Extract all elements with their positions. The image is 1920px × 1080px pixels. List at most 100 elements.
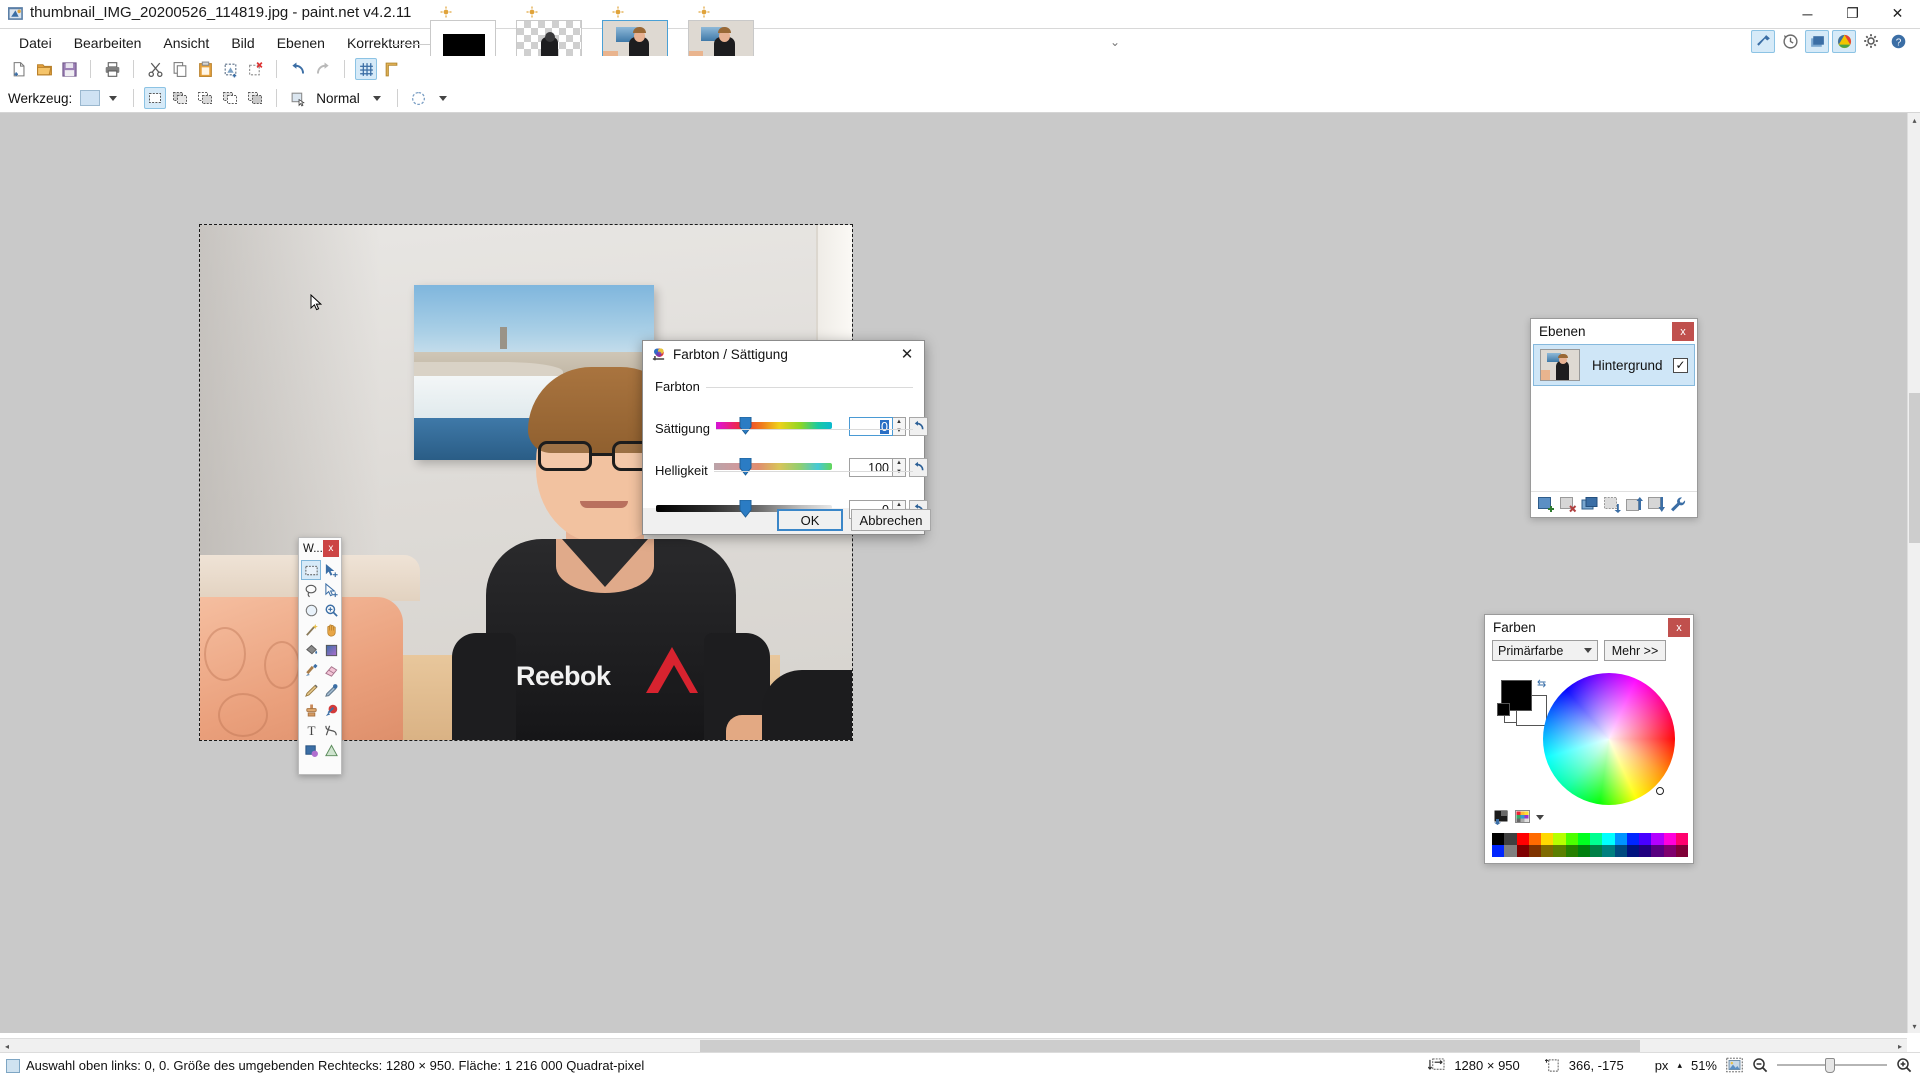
layers-panel[interactable]: Ebenen x Hintergrund ✓ bbox=[1530, 318, 1698, 518]
menu-bearbeiten[interactable]: Bearbeiten bbox=[63, 31, 153, 55]
antialias-button[interactable] bbox=[408, 87, 430, 109]
palette-dropdown-button[interactable] bbox=[1536, 815, 1544, 820]
zoom-tool[interactable] bbox=[321, 600, 341, 620]
print-button[interactable] bbox=[101, 58, 123, 80]
zoom-in-icon[interactable] bbox=[1896, 1057, 1912, 1073]
colors-panel[interactable]: Farben x Primärfarbe Mehr >> ⇆ bbox=[1484, 614, 1694, 864]
dialog-titlebar[interactable]: Farbton / Sättigung ✕ bbox=[643, 341, 924, 367]
palette-swatch[interactable] bbox=[1590, 845, 1603, 857]
palette-swatch[interactable] bbox=[1590, 833, 1603, 845]
palette-load-button[interactable] bbox=[1494, 810, 1510, 825]
tools-palette-titlebar[interactable]: W... x bbox=[299, 538, 341, 559]
menu-datei[interactable]: Datei bbox=[8, 31, 63, 55]
layers-panel-titlebar[interactable]: Ebenen x bbox=[1531, 319, 1697, 344]
palette-swatch[interactable] bbox=[1626, 845, 1639, 857]
deselect-button[interactable] bbox=[244, 58, 266, 80]
grid-button[interactable] bbox=[355, 58, 377, 80]
palette-swatch[interactable] bbox=[1553, 833, 1566, 845]
color-picker-tool[interactable] bbox=[321, 680, 341, 700]
blend-mode-caret-icon[interactable] bbox=[372, 95, 381, 101]
palette-swatch[interactable] bbox=[1639, 845, 1652, 857]
selection-replace-button[interactable] bbox=[144, 87, 167, 109]
cancel-button[interactable]: Abbrechen bbox=[851, 509, 931, 531]
recolor-tool[interactable] bbox=[321, 700, 341, 720]
palette-swatch[interactable] bbox=[1541, 845, 1554, 857]
palette-swatch[interactable] bbox=[1663, 833, 1676, 845]
open-button[interactable] bbox=[33, 58, 55, 80]
layer-row-hintergrund[interactable]: Hintergrund ✓ bbox=[1533, 344, 1695, 386]
palette-picker-button[interactable] bbox=[1515, 810, 1531, 825]
palette-swatch[interactable] bbox=[1516, 845, 1529, 857]
palette-swatch[interactable] bbox=[1504, 833, 1517, 845]
menu-bild[interactable]: Bild bbox=[220, 31, 265, 55]
pan-tool[interactable] bbox=[321, 620, 341, 640]
layers-panel-close-button[interactable]: x bbox=[1672, 322, 1694, 341]
minimize-button[interactable]: ─ bbox=[1785, 0, 1830, 27]
palette-swatch[interactable] bbox=[1528, 833, 1541, 845]
palette-swatch[interactable] bbox=[1565, 833, 1578, 845]
palette-swatch[interactable] bbox=[1492, 833, 1505, 845]
close-button[interactable]: ✕ bbox=[1875, 0, 1920, 27]
tool-swatch-button[interactable] bbox=[80, 90, 101, 106]
history-toggle-button[interactable] bbox=[1778, 30, 1802, 53]
new-button[interactable] bbox=[8, 58, 30, 80]
maximize-button[interactable]: ❐ bbox=[1830, 0, 1875, 27]
duplicate-layer-button[interactable] bbox=[1581, 496, 1599, 513]
delete-layer-button[interactable] bbox=[1559, 496, 1577, 513]
selection-xor-button[interactable] bbox=[219, 87, 241, 109]
palette-swatch[interactable] bbox=[1565, 845, 1578, 857]
ok-button[interactable]: OK bbox=[777, 509, 843, 531]
palette-swatch[interactable] bbox=[1602, 845, 1615, 857]
settings-toggle-button[interactable] bbox=[1859, 30, 1883, 53]
tool-dropdown-caret-icon[interactable] bbox=[109, 95, 118, 101]
palette-swatch[interactable] bbox=[1675, 833, 1688, 845]
selection-exclude-button[interactable] bbox=[194, 87, 216, 109]
canvas-area[interactable]: Reebok W... x T bbox=[0, 113, 1907, 1033]
palette-swatch[interactable] bbox=[1516, 833, 1529, 845]
vertical-scrollbar[interactable]: ▴ ▾ bbox=[1907, 113, 1920, 1033]
save-button[interactable] bbox=[58, 58, 80, 80]
palette-swatch[interactable] bbox=[1651, 833, 1664, 845]
layer-visibility-checkbox[interactable]: ✓ bbox=[1673, 357, 1688, 373]
layer-properties-button[interactable] bbox=[1669, 496, 1687, 513]
vertical-scroll-thumb[interactable] bbox=[1909, 393, 1920, 543]
ruler-button[interactable] bbox=[380, 58, 402, 80]
color-wheel[interactable] bbox=[1543, 673, 1675, 805]
ellipse-select-tool[interactable] bbox=[301, 600, 321, 620]
scroll-left-button[interactable]: ◂ bbox=[0, 1039, 14, 1053]
palette-swatch[interactable] bbox=[1504, 845, 1517, 857]
unit-caret-icon[interactable]: ▴ bbox=[1677, 1060, 1682, 1071]
colors-toggle-button[interactable] bbox=[1832, 29, 1856, 53]
unit-label[interactable]: px bbox=[1655, 1058, 1669, 1073]
gradient-tool[interactable] bbox=[321, 640, 341, 660]
paste-button[interactable] bbox=[194, 58, 216, 80]
dialog-close-button[interactable]: ✕ bbox=[892, 342, 922, 367]
palette-swatch[interactable] bbox=[1663, 845, 1676, 857]
palette-swatch[interactable] bbox=[1553, 845, 1566, 857]
hue-saturation-dialog[interactable]: Farbton / Sättigung ✕ Farbton 0 ▲ ▼ Sätti… bbox=[642, 340, 931, 535]
tools-toggle-button[interactable] bbox=[1751, 29, 1775, 53]
palette-swatch[interactable] bbox=[1626, 833, 1639, 845]
palette-swatch[interactable] bbox=[1577, 845, 1590, 857]
color-target-dropdown[interactable]: Primärfarbe bbox=[1492, 640, 1598, 661]
text-tool[interactable]: T bbox=[301, 720, 321, 740]
colors-panel-close-button[interactable]: x bbox=[1668, 618, 1690, 637]
scroll-up-button[interactable]: ▴ bbox=[1908, 113, 1920, 127]
eraser-tool[interactable] bbox=[321, 660, 341, 680]
move-layer-up-button[interactable] bbox=[1625, 496, 1643, 513]
scroll-down-button[interactable]: ▾ bbox=[1908, 1019, 1920, 1033]
palette-swatch[interactable] bbox=[1651, 845, 1664, 857]
palette-swatch[interactable] bbox=[1639, 833, 1652, 845]
color-palette[interactable] bbox=[1492, 833, 1688, 857]
layers-toggle-button[interactable] bbox=[1805, 29, 1829, 53]
copy-button[interactable] bbox=[169, 58, 191, 80]
move-layer-down-button[interactable] bbox=[1647, 496, 1665, 513]
add-layer-button[interactable] bbox=[1537, 496, 1555, 513]
help-toggle-button[interactable]: ? bbox=[1886, 30, 1910, 53]
paint-bucket-tool[interactable] bbox=[301, 640, 321, 660]
palette-swatch[interactable] bbox=[1614, 833, 1627, 845]
move-selection-tool[interactable] bbox=[321, 580, 341, 600]
blend-mode-icon-button[interactable] bbox=[287, 87, 309, 109]
rectangle-shape-tool[interactable] bbox=[301, 740, 321, 760]
menu-ebenen[interactable]: Ebenen bbox=[266, 31, 336, 55]
